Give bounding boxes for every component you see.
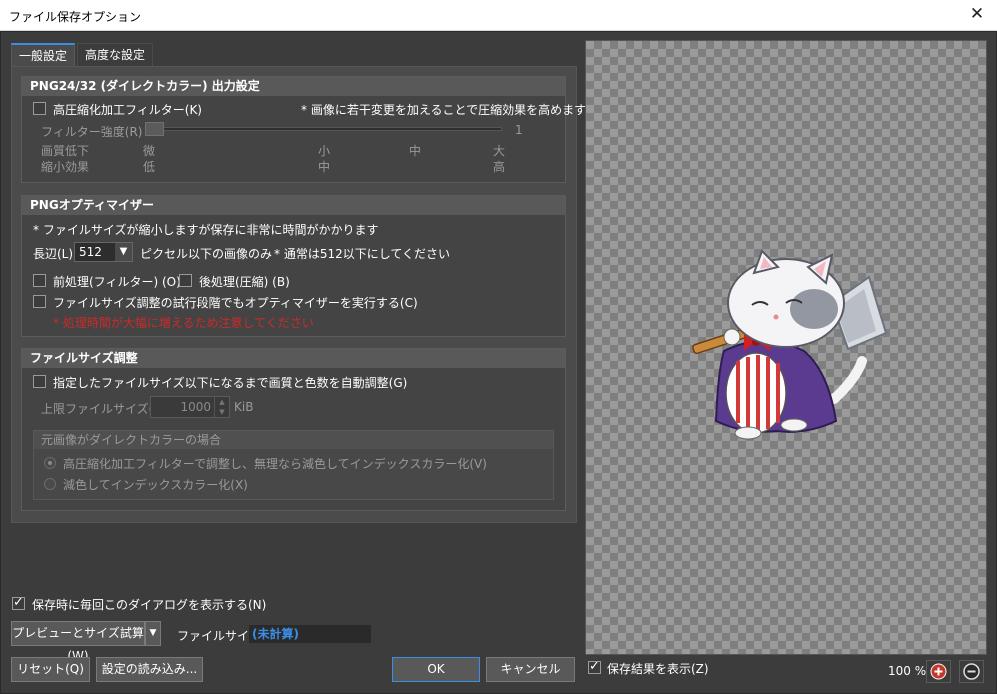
load-settings-button[interactable]: 設定の読み込み...: [96, 657, 203, 682]
high-compression-filter-label: 高圧縮化加工フィルター(K): [53, 103, 202, 117]
optimizer-warning: * 処理時間が大幅に増えるため注意してください: [53, 316, 314, 330]
postprocess-label: 後処理(圧縮) (B): [199, 275, 290, 289]
filter-strength-slider-track[interactable]: [146, 127, 502, 131]
zoom-in-icon: [930, 663, 947, 680]
show-dialog-checkbox[interactable]: [12, 595, 25, 610]
limit-size-unit: KiB: [234, 400, 254, 414]
show-dialog-label: 保存時に毎回このダイアログを表示する(N): [32, 598, 267, 612]
effect-scale-1: 低: [143, 160, 156, 174]
effect-scale-2: 中: [318, 160, 331, 174]
limit-size-value: 1000: [180, 400, 211, 414]
edge-size-value: 512: [79, 245, 102, 259]
show-result-checkbox[interactable]: [588, 659, 601, 674]
tab-advanced[interactable]: 高度な設定: [77, 43, 153, 66]
quality-scale-2: 小: [318, 144, 331, 158]
filter-strength-value: 1: [515, 123, 523, 137]
edge-suffix: ピクセル以下の画像のみ: [140, 247, 273, 261]
radio-index-only[interactable]: [44, 478, 56, 490]
spin-up-icon[interactable]: ▲: [215, 397, 229, 407]
auto-adjust-label: 指定したファイルサイズ以下になるまで画質と色数を自動調整(G): [53, 376, 408, 390]
quality-scale-3: 中: [409, 144, 422, 158]
cat-character-image: [692, 249, 888, 440]
cancel-button[interactable]: キャンセル: [486, 657, 575, 682]
radio-index-only-label: 減色してインデックスカラー化(X): [63, 478, 248, 492]
edge-note: * 通常は512以下にしてください: [274, 247, 450, 261]
filesize-header: ファイルサイズ調整: [22, 349, 565, 368]
preprocess-checkbox[interactable]: [33, 274, 46, 287]
preprocess-label: 前処理(フィルター) (O): [53, 275, 181, 289]
optimizer-note: * ファイルサイズが縮小しますが保存に非常に時間がかかります: [33, 223, 379, 237]
png-output-header: PNG24/32 (ダイレクトカラー) 出力設定: [22, 77, 565, 96]
show-result-label: 保存結果を表示(Z): [607, 662, 709, 676]
compression-note: * 画像に若干変更を加えることで圧縮効果を高めます: [301, 103, 587, 117]
trial-optimizer-checkbox[interactable]: [33, 295, 46, 308]
high-compression-filter-checkbox[interactable]: [33, 102, 46, 115]
filter-strength-slider-thumb[interactable]: [145, 122, 164, 136]
size-value: (未計算): [249, 625, 371, 643]
limit-size-input[interactable]: 1000 ▲ ▼: [150, 396, 230, 418]
auto-adjust-checkbox[interactable]: [33, 375, 46, 388]
preview-size-button[interactable]: プレビューとサイズ試算(W): [11, 621, 145, 663]
title-bar: ファイル保存オプション ✕: [0, 0, 997, 31]
preview-canvas[interactable]: [585, 40, 987, 655]
zoom-out-icon: [963, 663, 980, 680]
radio-filter-then-index-label: 高圧縮化加工フィルターで調整し、無理なら減色してインデックスカラー化(V): [63, 457, 487, 471]
radio-filter-then-index[interactable]: [44, 457, 56, 469]
chevron-down-icon: ▼: [115, 243, 132, 261]
zoom-in-button[interactable]: [926, 660, 951, 683]
reset-button[interactable]: リセット(Q): [11, 657, 90, 682]
postprocess-checkbox[interactable]: [179, 274, 192, 287]
ok-button[interactable]: OK: [392, 657, 480, 682]
zoom-out-button[interactable]: [959, 660, 984, 683]
quality-label: 画質低下: [41, 144, 90, 158]
tab-general[interactable]: 一般設定: [11, 43, 75, 66]
effect-label: 縮小効果: [41, 160, 90, 174]
close-icon[interactable]: ✕: [967, 4, 987, 24]
quality-scale-4: 大: [493, 144, 506, 158]
spin-down-icon[interactable]: ▼: [215, 407, 229, 417]
quality-scale-1: 微: [143, 144, 156, 158]
direct-color-header: 元画像がダイレクトカラーの場合: [34, 431, 553, 449]
window-title: ファイル保存オプション: [9, 10, 142, 24]
trial-optimizer-label: ファイルサイズ調整の試行段階でもオプティマイザーを実行する(C): [53, 296, 418, 310]
filter-strength-label: フィルター強度(R): [41, 125, 143, 139]
limit-size-spinner[interactable]: ▲ ▼: [214, 397, 229, 417]
effect-scale-3: 高: [493, 160, 506, 174]
preview-dropdown-icon[interactable]: ▼: [145, 621, 161, 646]
edge-size-select[interactable]: 512 ▼: [74, 242, 133, 262]
zoom-level: 100 %: [888, 664, 927, 678]
edge-label: 長辺(L): [33, 247, 74, 261]
png-optimizer-header: PNGオプティマイザー: [22, 196, 565, 215]
